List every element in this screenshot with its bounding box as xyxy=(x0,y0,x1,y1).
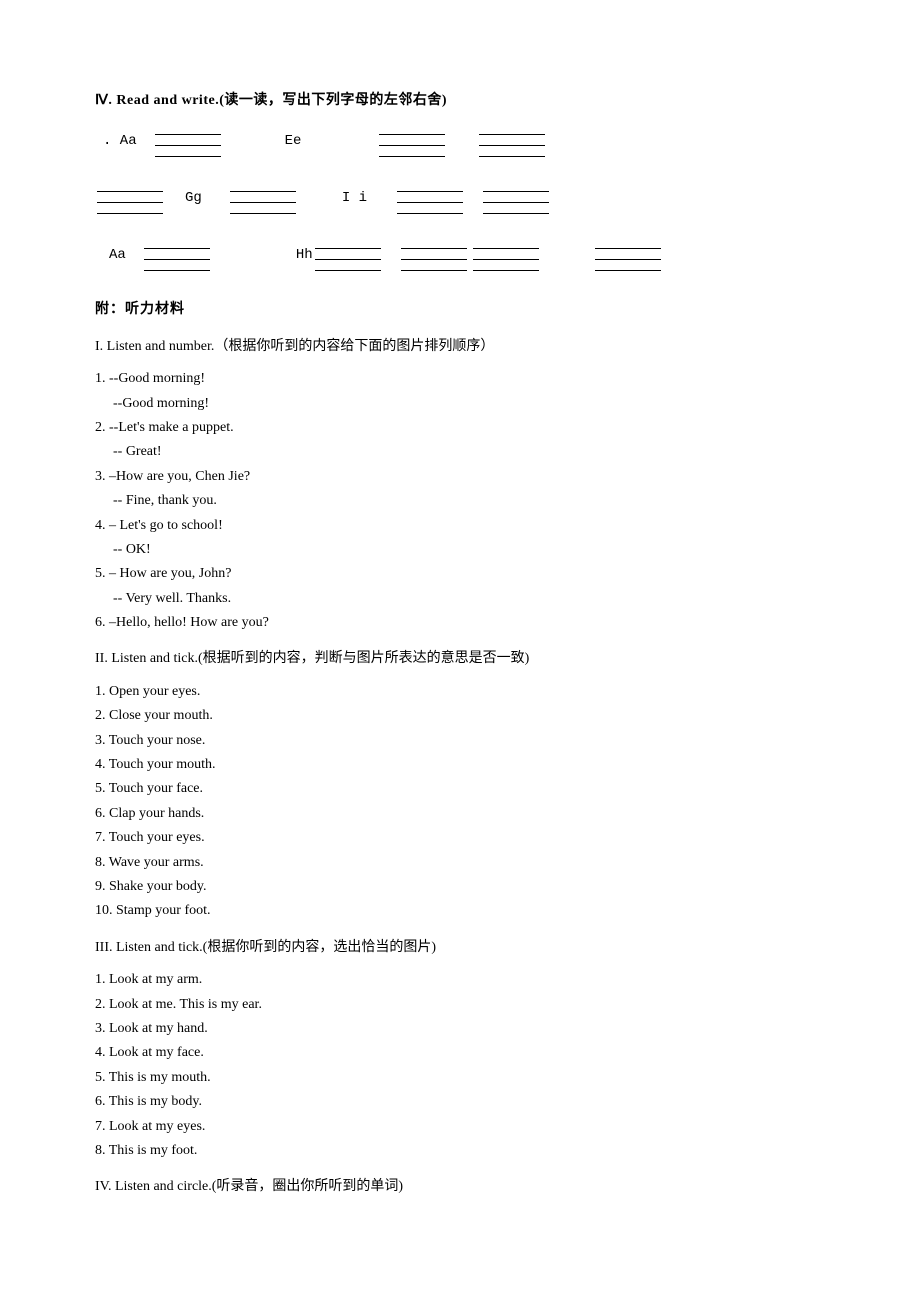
row2-mid2: I i xyxy=(342,187,367,209)
s2-heading: II. Listen and tick.(根据听到的内容，判断与图片所表达的意思… xyxy=(95,648,825,670)
writing-row-3: Aa Hh xyxy=(95,238,825,271)
blank-cell xyxy=(483,181,549,214)
s1-q5b: -- Very well. Thanks. xyxy=(95,588,825,610)
s1-q2a: 2. --Let's make a puppet. xyxy=(95,417,825,439)
s3-list: 1. Look at my arm. 2. Look at me. This is… xyxy=(95,969,825,1162)
list-item: 10. Stamp your foot. xyxy=(95,900,825,922)
blank-cell xyxy=(479,124,545,157)
list-item: 8. Wave your arms. xyxy=(95,852,825,874)
list-item: 2. Close your mouth. xyxy=(95,705,825,727)
blank-cell xyxy=(595,238,661,271)
writing-grid: . Aa Ee Gg I i Aa Hh xyxy=(95,124,825,271)
blank-cell xyxy=(397,181,463,214)
blank-cell xyxy=(155,124,221,157)
blank-cell xyxy=(315,238,381,271)
blank-cell xyxy=(473,238,539,271)
row1-label1: . Aa xyxy=(103,130,137,152)
list-item: 1. Open your eyes. xyxy=(95,681,825,703)
list-item: 9. Shake your body. xyxy=(95,876,825,898)
row3-mid: Hh xyxy=(296,244,313,266)
s1-q4b: -- OK! xyxy=(95,539,825,561)
row2-mid1: Gg xyxy=(185,187,202,209)
list-item: 8. This is my foot. xyxy=(95,1140,825,1162)
s1-q5a: 5. – How are you, John? xyxy=(95,563,825,585)
list-item: 1. Look at my arm. xyxy=(95,969,825,991)
list-item: 2. Look at me. This is my ear. xyxy=(95,994,825,1016)
s4-heading: IV. Listen and circle.(听录音，圈出你所听到的单词) xyxy=(95,1176,825,1198)
s1-heading: I. Listen and number.（根据你听到的内容给下面的图片排列顺序… xyxy=(95,336,825,358)
attach-title: 附：听力材料 xyxy=(95,299,825,321)
s1-q2b: -- Great! xyxy=(95,441,825,463)
row3-label1: Aa xyxy=(109,244,126,266)
s1-q3b: -- Fine, thank you. xyxy=(95,490,825,512)
list-item: 4. Look at my face. xyxy=(95,1042,825,1064)
blank-cell xyxy=(379,124,445,157)
blank-cell xyxy=(97,181,163,214)
list-item: 6. This is my body. xyxy=(95,1091,825,1113)
list-item: 7. Look at my eyes. xyxy=(95,1116,825,1138)
s1-q1b: --Good morning! xyxy=(95,393,825,415)
row1-mid: Ee xyxy=(285,130,302,152)
list-item: 7. Touch your eyes. xyxy=(95,827,825,849)
blank-cell xyxy=(230,181,296,214)
list-item: 3. Look at my hand. xyxy=(95,1018,825,1040)
s1-q3a: 3. –How are you, Chen Jie? xyxy=(95,466,825,488)
s1-q4a: 4. – Let's go to school! xyxy=(95,515,825,537)
s2-list: 1. Open your eyes.2. Close your mouth. 3.… xyxy=(95,681,825,923)
writing-row-2: Gg I i xyxy=(95,181,825,214)
list-item: 5. Touch your face. xyxy=(95,778,825,800)
blank-cell xyxy=(401,238,467,271)
blank-cell xyxy=(144,238,210,271)
list-item: 3. Touch your nose. xyxy=(95,730,825,752)
s3-heading: III. Listen and tick.(根据你听到的内容，选出恰当的图片) xyxy=(95,937,825,959)
s1-q6: 6. –Hello, hello! How are you? xyxy=(95,612,825,634)
s1-q1a: 1. --Good morning! xyxy=(95,368,825,390)
list-item: 5. This is my mouth. xyxy=(95,1067,825,1089)
list-item: 6. Clap your hands. xyxy=(95,803,825,825)
writing-row-1: . Aa Ee xyxy=(95,124,825,157)
list-item: 4. Touch your mouth. xyxy=(95,754,825,776)
section4-title: Ⅳ. Read and write.(读一读，写出下列字母的左邻右舍) xyxy=(95,90,825,112)
